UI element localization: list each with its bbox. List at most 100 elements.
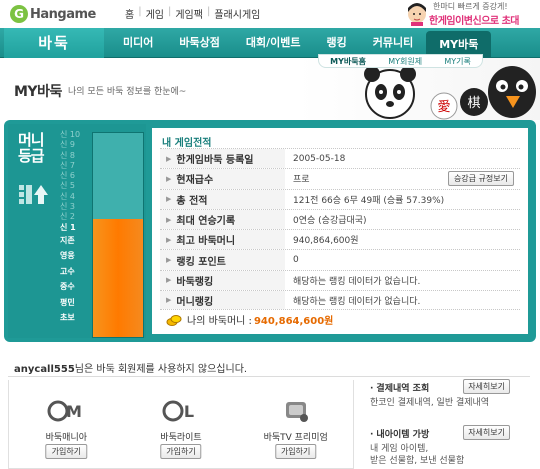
bullet-arrow-icon: ▶ xyxy=(166,174,172,183)
record-label-text: 최대 연승기록 xyxy=(176,216,236,228)
character-face-icon xyxy=(408,3,426,26)
subnav-my-baduk-home[interactable]: MY바둑홈 xyxy=(330,56,366,67)
money-label: 나의 바둑머니 : xyxy=(187,316,252,327)
record-value-text: 0 xyxy=(293,255,299,266)
grade-level: 신 7 xyxy=(60,160,75,170)
promo-big-text: 한게임이변신으로 초대 xyxy=(429,16,519,27)
record-row: ▶ 바둑랭킹 해당하는 랭킹 데이터가 없습니다. xyxy=(160,269,520,291)
subnav-records[interactable]: MY기록 xyxy=(444,56,471,67)
grade-chart-icon xyxy=(19,185,48,204)
my-baduk-panel: 머니 등급 신 10 신 9 신 8 신 7 신 6 신 5 신 4 신 3 신… xyxy=(4,120,536,342)
badukmania-icon: M xyxy=(47,400,82,422)
grade-level: 신 6 xyxy=(60,171,75,181)
record-title: 내 게임전적 xyxy=(162,138,212,149)
record-value-text: 프로 xyxy=(293,175,310,186)
money-value: 940,864,600원 xyxy=(253,316,334,327)
record-value: 프로 승강급 규정보기 xyxy=(285,171,520,187)
record-row: ▶ 한게임바둑 등록일 2005-05-18 xyxy=(160,148,520,169)
record-value: 940,864,600원 xyxy=(285,233,520,246)
username: anycall555 xyxy=(14,364,75,375)
product-name: 바둑라이트 xyxy=(160,433,202,443)
record-label: ▶ 한게임바둑 등록일 xyxy=(160,149,285,169)
record-label-text: 최고 바둑머니 xyxy=(176,236,236,248)
record-value-text: 해당하는 랭킹 데이터가 없습니다. xyxy=(293,296,421,307)
grade-title-line2: 등급 xyxy=(18,147,45,165)
grade-title: 머니 등급 xyxy=(18,131,45,165)
logo-text: Hangame xyxy=(30,6,96,22)
top-nav-flash[interactable]: 플래시게임 xyxy=(211,6,263,21)
hangame-logo[interactable]: G Hangame xyxy=(10,4,96,24)
record-value: 해당하는 랭킹 데이터가 없습니다. xyxy=(285,294,520,307)
top-nav-home[interactable]: 홈 xyxy=(122,6,137,21)
game-record-box: 내 게임전적 ▶ 한게임바둑 등록일 2005-05-18 ▶ 현재급수 프로 승강급… xyxy=(152,128,528,334)
link-title: 결제내역 조회 xyxy=(370,381,429,394)
record-label: ▶ 총 전적 xyxy=(160,189,285,209)
bullet-arrow-icon: ▶ xyxy=(166,235,172,244)
grade-level: 영웅 xyxy=(60,251,75,261)
top-nav: 홈 | 게임 | 게임팩 | 플래시게임 xyxy=(122,6,263,21)
membership-message-text: 님은 바둑 회원제를 사용하지 않으십니다. xyxy=(74,364,248,375)
record-row: ▶ 최대 연승기록 0연승 (승강급대국) xyxy=(160,208,520,230)
grade-level: 지존 xyxy=(60,235,75,245)
account-links: 결제내역 조회 자세히보기 한코인 결제내역, 일반 결제내역 내아이템 가방 … xyxy=(362,378,532,469)
nav-media[interactable]: 미디어 xyxy=(110,28,166,58)
item-bag-details-button[interactable]: 자세히보기 xyxy=(463,425,510,440)
my-money-line: 나의 바둑머니 : 940,864,600원 xyxy=(166,312,333,327)
grade-progress-fill xyxy=(93,218,143,337)
promo-banner[interactable]: 한마디 빠르게 증강게! 한게임이변신으로 초대 xyxy=(405,0,540,28)
record-value: 121전 66승 6무 49패 (승률 57.39%) xyxy=(285,193,520,206)
bullet-arrow-icon: ▶ xyxy=(166,256,172,265)
payment-history-link: 결제내역 조회 자세히보기 한코인 결제내역, 일반 결제내역 xyxy=(362,378,532,424)
baduk-brand[interactable]: 바둑 xyxy=(4,28,104,58)
record-row: ▶ 랭킹 포인트 0 xyxy=(160,249,520,270)
grade-level: 신 8 xyxy=(60,150,75,160)
product-card: 바둑TV 프리미엄 가입하기 xyxy=(238,380,353,468)
record-row: ▶ 총 전적 121전 66승 6무 49패 (승률 57.39%) xyxy=(160,188,520,209)
promo-small-text: 한마디 빠르게 증강게! xyxy=(433,2,508,11)
record-value: 0연승 (승강급대국) xyxy=(285,213,520,226)
subnav-membership[interactable]: MY회원제 xyxy=(388,56,422,67)
record-label: ▶ 최대 연승기록 xyxy=(160,209,285,230)
svg-text:棋: 棋 xyxy=(467,96,480,111)
grade-title-line1: 머니 xyxy=(18,131,45,149)
join-baduktv-button[interactable]: 가입하기 xyxy=(274,444,317,459)
baduktv-icon xyxy=(285,402,308,422)
divider xyxy=(8,376,530,377)
nav-shop[interactable]: 바둑상점 xyxy=(166,28,232,58)
grade-level: 신 9 xyxy=(60,140,75,150)
record-table: ▶ 한게임바둑 등록일 2005-05-18 ▶ 현재급수 프로 승강급 규정보기 ▶… xyxy=(160,148,520,311)
nav-events[interactable]: 대회/이벤트 xyxy=(233,28,314,58)
record-label-text: 현재급수 xyxy=(176,175,214,187)
record-label: ▶ 머니랭킹 xyxy=(160,291,285,310)
record-label-text: 랭킹 포인트 xyxy=(176,256,226,268)
svg-text:愛: 愛 xyxy=(437,100,450,115)
sub-nav: MY바둑홈 MY회원제 MY기록 xyxy=(318,54,483,68)
product-name: 바둑매니아 xyxy=(45,433,88,443)
record-label: ▶ 현재급수 xyxy=(160,169,285,189)
grade-level: 신 3 xyxy=(60,202,75,212)
page-description: 나의 모든 바둑 정보를 한눈에~ xyxy=(68,87,187,97)
grade-level: 신 10 xyxy=(60,130,81,139)
record-row: ▶ 현재급수 프로 승강급 규정보기 xyxy=(160,168,520,189)
record-label: ▶ 랭킹 포인트 xyxy=(160,250,285,270)
record-value-text: 940,864,600원 xyxy=(293,236,359,247)
promotion-rules-button[interactable]: 승강급 규정보기 xyxy=(447,171,514,187)
bullet-arrow-icon: ▶ xyxy=(166,296,172,305)
payment-details-button[interactable]: 자세히보기 xyxy=(463,379,510,394)
grade-levels: 신 10 신 9 신 8 신 7 신 6 신 5 신 4 신 3 신 2 신 1… xyxy=(60,130,90,325)
bullet-arrow-icon: ▶ xyxy=(166,154,172,163)
hangame-logo-icon: G xyxy=(10,5,28,23)
record-label-text: 총 전적 xyxy=(176,195,208,207)
page-title: MY바둑 xyxy=(14,84,62,100)
top-nav-gamepack[interactable]: 게임팩 xyxy=(172,6,206,21)
svg-text:M: M xyxy=(66,402,82,421)
baduklight-icon: L xyxy=(162,400,194,422)
money-grade-panel: 머니 등급 신 10 신 9 신 8 신 7 신 6 신 5 신 4 신 3 신… xyxy=(8,124,146,338)
record-row: ▶ 최고 바둑머니 940,864,600원 xyxy=(160,229,520,250)
top-nav-game[interactable]: 게임 xyxy=(143,6,167,21)
join-badukmania-button[interactable]: 가입하기 xyxy=(45,444,88,459)
join-baduklight-button[interactable]: 가입하기 xyxy=(160,444,202,459)
bullet-arrow-icon: ▶ xyxy=(166,215,172,224)
record-value: 2005-05-18 xyxy=(285,154,520,164)
record-value-text: 해당하는 랭킹 데이터가 없습니다. xyxy=(293,276,421,287)
